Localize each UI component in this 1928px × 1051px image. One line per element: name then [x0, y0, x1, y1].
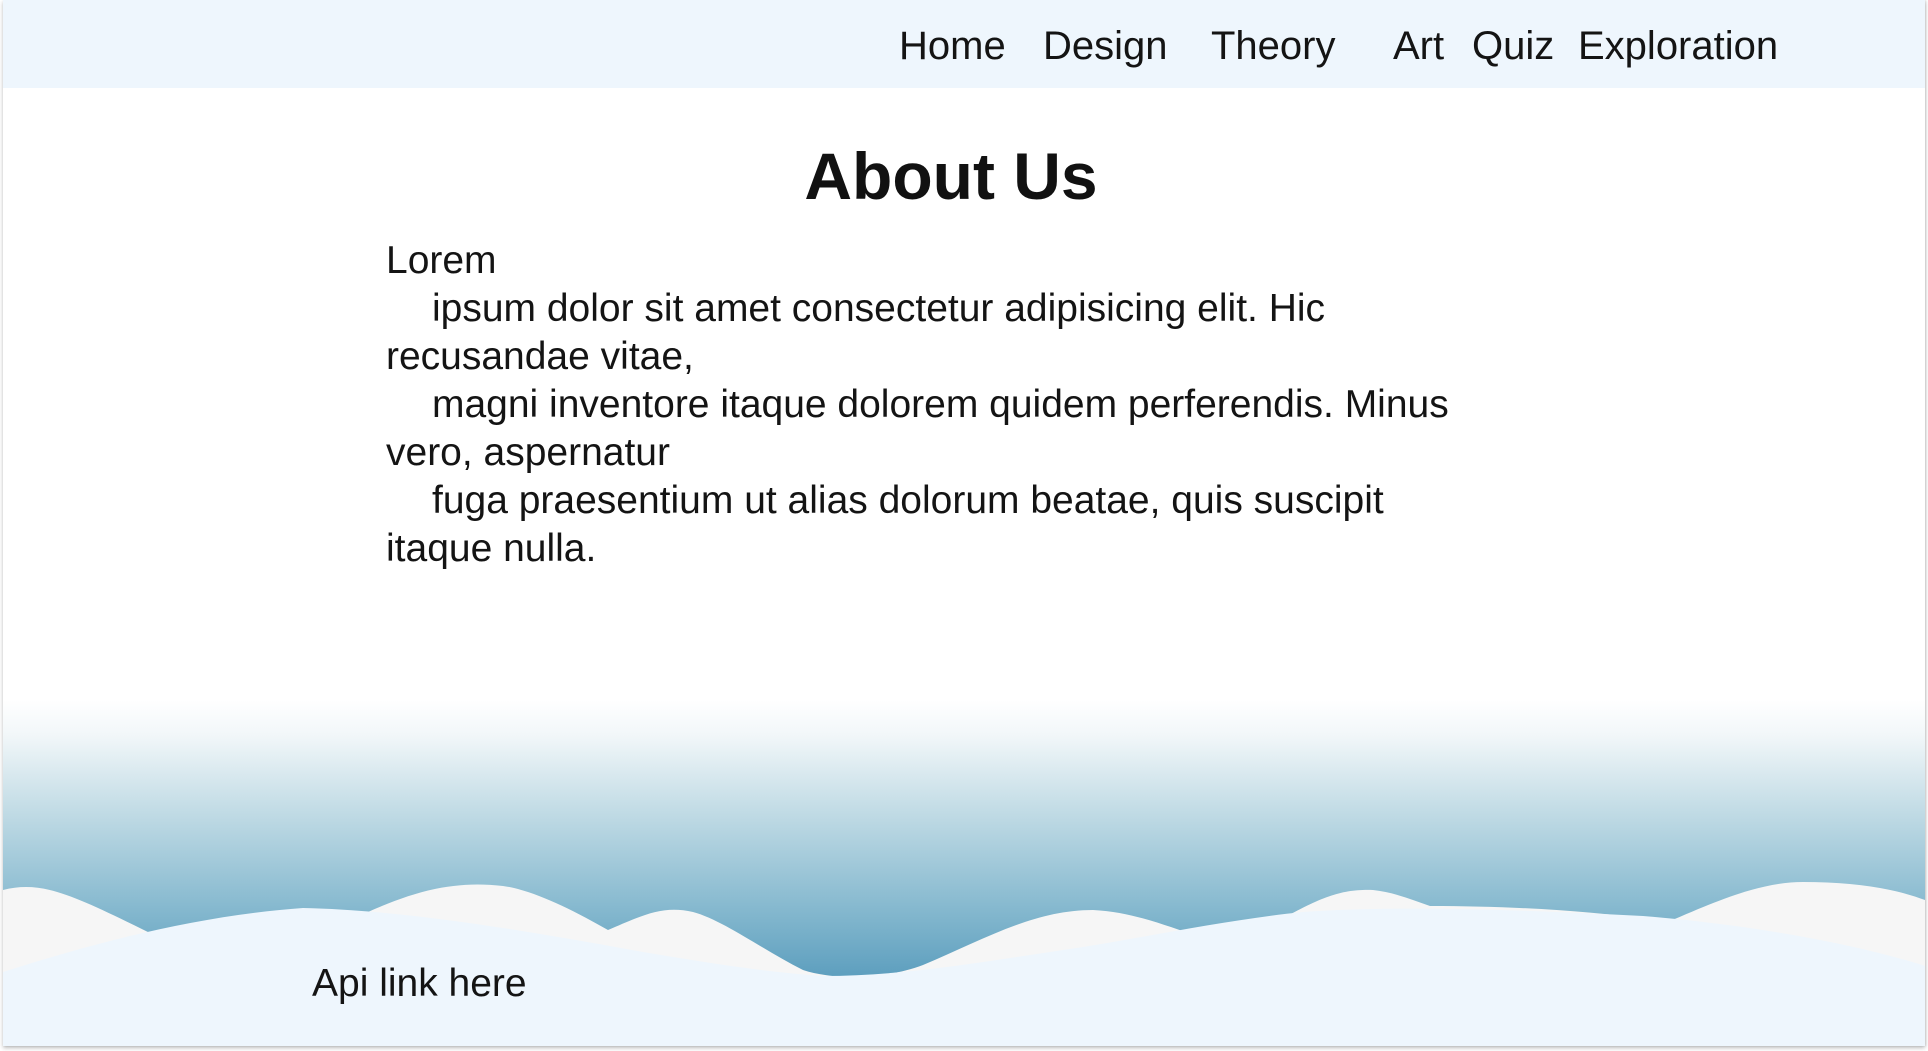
- nav-link-quiz[interactable]: Quiz: [1472, 22, 1554, 70]
- about-paragraph: Lorem ipsum dolor sit amet consectetur a…: [386, 237, 1586, 573]
- paragraph-line: ipsum dolor sit amet consectetur adipisi…: [432, 287, 1326, 330]
- nav-link-design[interactable]: Design: [1043, 22, 1168, 70]
- api-link[interactable]: Api link here: [312, 960, 527, 1008]
- paragraph-line: recusandae vitae,: [386, 335, 694, 378]
- top-navigation: Home Design Theory Art Quiz Exploration: [3, 0, 1925, 88]
- paragraph-line: itaque nulla.: [386, 527, 597, 570]
- paragraph-line: vero, aspernatur: [386, 431, 670, 474]
- nav-link-home[interactable]: Home: [899, 22, 1006, 70]
- page-title: About Us: [804, 139, 1098, 213]
- paragraph-line: magni inventore itaque dolorem quidem pe…: [432, 383, 1449, 426]
- nav-link-exploration[interactable]: Exploration: [1578, 22, 1778, 70]
- paragraph-line: Lorem: [386, 239, 497, 282]
- wave-footer-decoration: [3, 700, 1925, 1046]
- nav-link-theory[interactable]: Theory: [1211, 22, 1336, 70]
- page-frame: Home Design Theory Art Quiz Exploration …: [3, 0, 1925, 1046]
- paragraph-line: fuga praesentium ut alias dolorum beatae…: [432, 479, 1384, 522]
- nav-link-art[interactable]: Art: [1393, 22, 1444, 70]
